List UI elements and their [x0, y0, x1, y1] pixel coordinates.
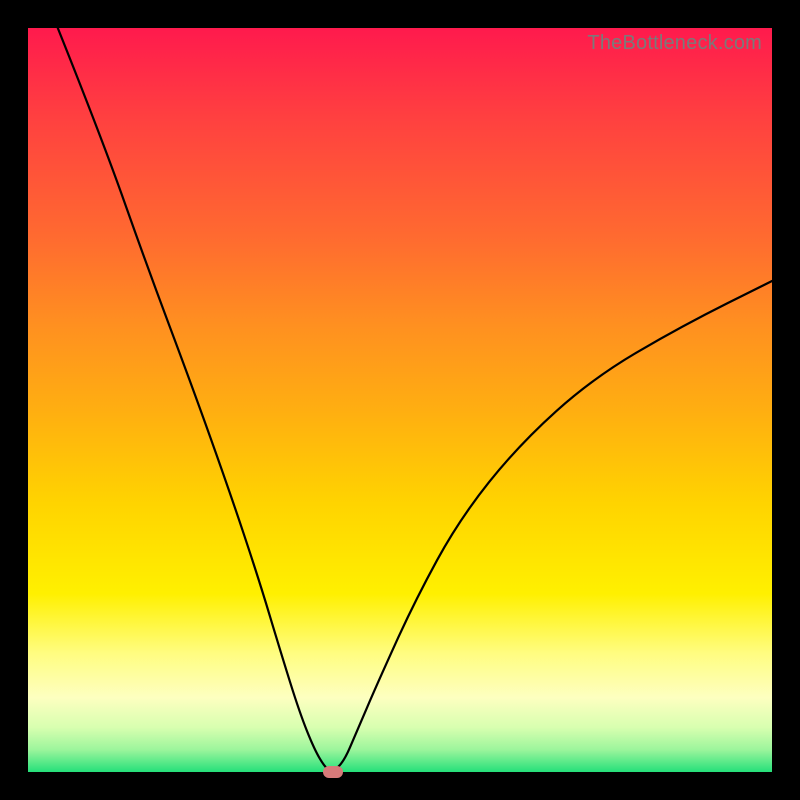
plot-area: TheBottleneck.com — [28, 28, 772, 772]
bottleneck-curve — [28, 28, 772, 772]
chart-frame: TheBottleneck.com — [0, 0, 800, 800]
minimum-marker — [323, 766, 343, 778]
